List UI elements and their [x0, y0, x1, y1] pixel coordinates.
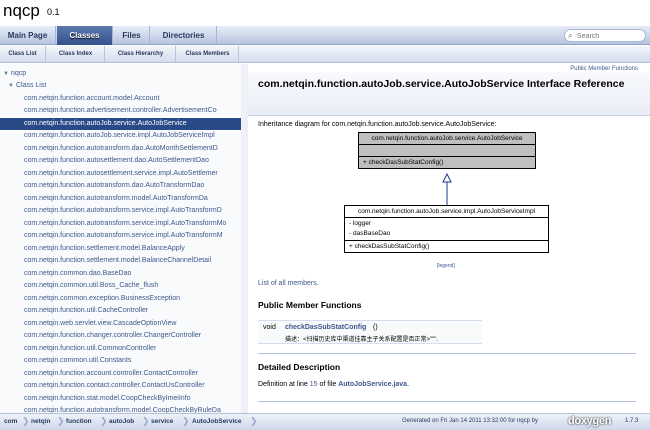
nav-class-item[interactable]: com.netqin.function.util.CacheController [0, 305, 241, 317]
member-name-link[interactable]: checkDasSubStatConfig [285, 324, 366, 331]
nav-section-label: Class List [15, 82, 47, 89]
nav-class-item[interactable]: com.netqin.function.settlement.model.Bal… [0, 243, 241, 255]
nav-class-item[interactable]: com.netqin.function.autotransform.dao.Au… [0, 180, 241, 192]
member-desc: 描述：<扫描历史库中渠道挂靠主子关系配置是否正常>""". [285, 337, 439, 343]
definition-prefix: Definition at line [258, 381, 308, 388]
project-number: 0.1 [47, 7, 60, 17]
title-area: nqcp 0.1 [0, 0, 650, 26]
crumb-service[interactable]: service [151, 414, 173, 430]
nav-class-item[interactable]: com.netqin.common.util.Boss_Cache_flush [0, 280, 241, 292]
list-all-members-link[interactable]: List of all members. [258, 280, 319, 287]
nav-class-item[interactable]: com.netqin.function.account.controller.C… [0, 368, 241, 380]
content: Public Member Functions com.netqin.funct… [248, 64, 650, 413]
nav-class-item[interactable]: com.netqin.function.contact.controller.C… [0, 380, 241, 392]
divider [258, 401, 636, 402]
crumb-separator-icon: ❯ [22, 417, 30, 427]
nav-class-item[interactable]: com.netqin.function.autotransform.model.… [0, 193, 241, 205]
crumb-separator-icon: ❯ [57, 417, 65, 427]
search-box[interactable]: ⌕ [564, 29, 646, 42]
crumb-separator-icon: ❯ [250, 417, 258, 427]
crumb-autojob[interactable]: autoJob [109, 414, 134, 430]
nav-root[interactable]: ▼ nqcp [0, 68, 241, 80]
project-name: nqcp [3, 1, 40, 20]
member-type: void [263, 324, 276, 331]
nav-class-item[interactable]: com.netqin.common.dao.BaseDao [0, 268, 241, 280]
nav-class-item[interactable]: com.netqin.function.changer.controller.C… [0, 330, 241, 342]
nav-class-item[interactable]: com.netqin.function.autoJob.service.Auto… [0, 117, 241, 130]
uml-child-attr-dasbasedao: - dasBaseDao [349, 230, 391, 237]
main-tabs: Main Page Classes Files Directories [0, 26, 650, 45]
member-args: () [373, 324, 378, 331]
uml-child-attrs: - logger - dasBaseDao [345, 218, 548, 241]
definition-line-link[interactable]: 15 [310, 381, 318, 388]
crumb-separator-icon: ❯ [142, 417, 150, 427]
crumb-com[interactable]: com [4, 414, 17, 430]
nav-class-item[interactable]: com.netqin.function.autotransform.servic… [0, 218, 241, 230]
nav-class-item[interactable]: com.netqin.function.autosettlement.servi… [0, 168, 241, 180]
nav-class-item[interactable]: com.netqin.function.autotransform.dao.Au… [0, 143, 241, 155]
nav-class-item[interactable]: com.netqin.function.advertisement.contro… [0, 105, 241, 117]
definition-file-link[interactable]: AutoJobService.java [338, 381, 407, 388]
search-icon[interactable]: ⌕ [568, 31, 572, 41]
nav-class-item[interactable]: com.netqin.function.autotransform.model.… [0, 405, 241, 413]
nav-class-item[interactable]: com.netqin.function.settlement.model.Bal… [0, 255, 241, 267]
tab-directories[interactable]: Directories [151, 26, 217, 45]
nav-class-item[interactable]: com.netqin.function.stat.model.CoopCheck… [0, 393, 241, 405]
expand-arrow-icon[interactable]: ▼ [8, 83, 14, 89]
member-row: void checkDasSubStatConfig () 描述：<扫描历史库中… [258, 320, 482, 344]
breadcrumb: com ❯ netqin ❯ function ❯ autoJob ❯ serv… [0, 413, 650, 430]
nav-class-item[interactable]: com.netqin.common.util.Constants [0, 355, 241, 367]
sub-tabs: Class List Class Index Class Hierarchy C… [0, 46, 650, 63]
tab-class-index[interactable]: Class Index [47, 46, 105, 63]
nav-class-item[interactable]: com.netqin.function.autotransform.servic… [0, 205, 241, 217]
uml-child-name: com.netqin.function.autoJob.service.impl… [345, 206, 548, 218]
nav-class-item[interactable]: com.netqin.common.exception.BusinessExce… [0, 293, 241, 305]
definition-suffix: . [407, 381, 410, 388]
crumb-netqin[interactable]: netqin [31, 414, 51, 430]
search-input[interactable] [577, 31, 643, 41]
pmf-section-title: Public Member Functions [258, 300, 362, 310]
divider [258, 353, 636, 354]
uml-child-attr-logger: - logger [349, 220, 372, 227]
uml-child-method: + checkDasSubStatConfig() [349, 243, 430, 250]
nav-scrollbar[interactable] [241, 64, 248, 413]
nav-class-item[interactable]: com.netqin.function.account.model.Accoun… [0, 93, 241, 105]
crumb-function[interactable]: function [66, 414, 92, 430]
tab-class-hierarchy[interactable]: Class Hierarchy [106, 46, 176, 63]
expand-arrow-icon[interactable]: ▼ [3, 71, 9, 77]
nav-root-label: nqcp [10, 70, 27, 77]
tab-class-list[interactable]: Class List [0, 46, 46, 63]
nav-class-item[interactable]: com.netqin.function.autotransform.servic… [0, 230, 241, 242]
definition-text: Definition at line 15 of file AutoJobSer… [258, 381, 409, 388]
doxygen-logo[interactable]: doxygen [568, 415, 611, 427]
nav-class-item[interactable]: com.netqin.function.autosettlement.dao.A… [0, 155, 241, 167]
footer-generated: Generated on Fri Jan 14 2011 13:32:00 fo… [402, 418, 538, 424]
definition-mid: of file [319, 381, 337, 388]
nav-tree: ▼ nqcp ▼ Class List com.netqin.function.ac… [0, 64, 244, 413]
crumb-autojobservice[interactable]: AutoJobService [192, 414, 242, 430]
tab-classes[interactable]: Classes [57, 26, 113, 45]
nav-class-item[interactable]: com.netqin.function.util.CommonControlle… [0, 343, 241, 355]
legend-link[interactable]: [legend] [437, 263, 455, 269]
tab-files[interactable]: Files [114, 26, 150, 45]
nav-class-item[interactable]: com.netqin.function.autoJob.service.impl… [0, 130, 241, 142]
uml-child-box[interactable]: com.netqin.function.autoJob.service.impl… [344, 205, 549, 253]
nav-class-item[interactable]: com.netqin.web.servlet.view.CascadeOptio… [0, 318, 241, 330]
crumb-separator-icon: ❯ [100, 417, 108, 427]
tab-class-members[interactable]: Class Members [177, 46, 239, 63]
detailed-title: Detailed Description [258, 362, 341, 372]
doxygen-version: 1.7.3 [625, 418, 639, 424]
tab-main-page[interactable]: Main Page [0, 26, 56, 45]
nav-section[interactable]: ▼ Class List [0, 80, 241, 92]
crumb-separator-icon: ❯ [182, 417, 190, 427]
